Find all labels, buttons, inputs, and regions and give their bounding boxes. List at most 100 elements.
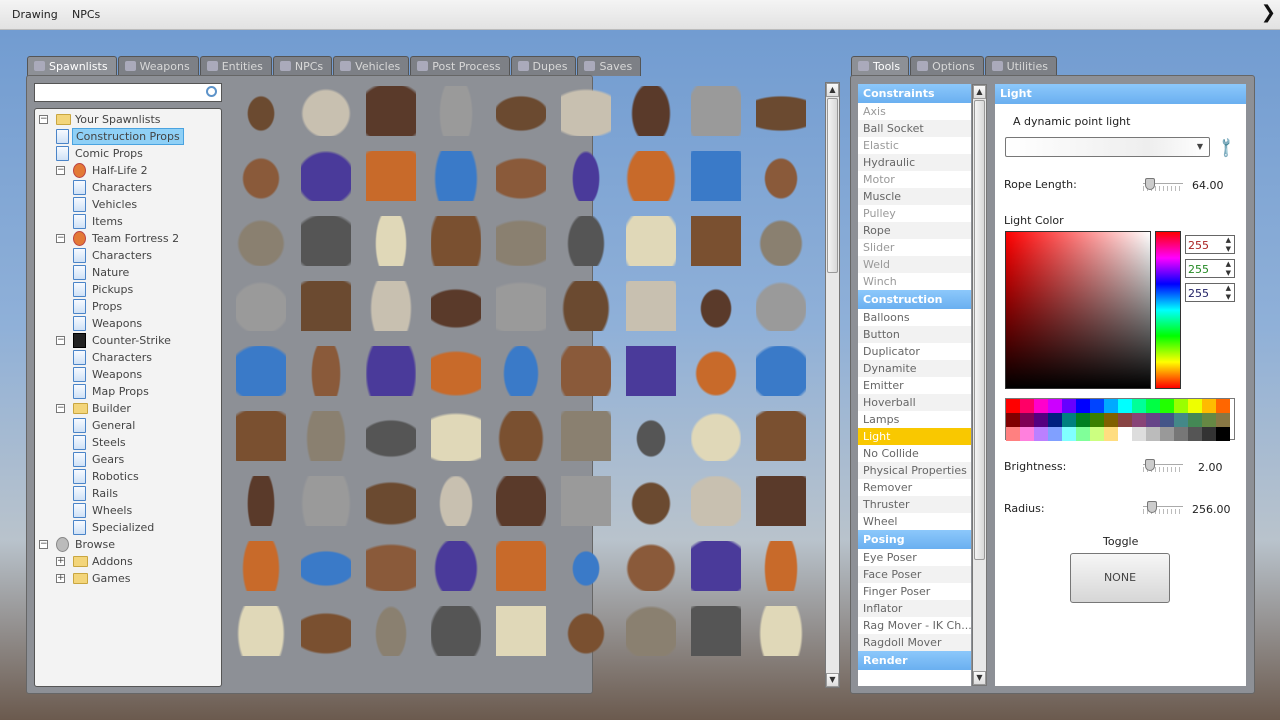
scroll-up-button[interactable]: ▲ <box>826 83 839 97</box>
tool-item[interactable]: Duplicator <box>858 343 971 360</box>
prop-icon[interactable] <box>561 541 611 591</box>
tree-node[interactable]: General <box>35 417 221 434</box>
palette-swatch[interactable] <box>1188 399 1202 413</box>
prop-icon[interactable] <box>366 411 416 461</box>
palette-swatch[interactable] <box>1020 413 1034 427</box>
tool-item[interactable]: Winch <box>858 273 971 290</box>
chevron-right-icon[interactable]: ❯ <box>1261 2 1276 23</box>
search-input[interactable] <box>34 83 222 102</box>
tree-node[interactable]: Vehicles <box>35 196 221 213</box>
tab-tools[interactable]: Tools <box>851 56 910 76</box>
prop-icon[interactable] <box>626 346 676 396</box>
prop-icon[interactable] <box>236 86 286 136</box>
palette-swatch[interactable] <box>1174 413 1188 427</box>
prop-icon[interactable] <box>496 476 546 526</box>
blue-input[interactable]: 255 ▲ ▼ <box>1185 283 1235 302</box>
tab-npcs[interactable]: NPCs <box>272 56 333 76</box>
palette-swatch[interactable] <box>1118 399 1132 413</box>
category-header-posing[interactable]: Posing <box>858 530 971 549</box>
prop-icon[interactable] <box>626 541 676 591</box>
palette-swatch[interactable] <box>1006 413 1020 427</box>
collapse-icon[interactable]: − <box>56 336 65 345</box>
palette-swatch[interactable] <box>1076 427 1090 441</box>
brightness-slider[interactable] <box>1143 459 1183 473</box>
prop-icon[interactable] <box>431 86 481 136</box>
tree-node[interactable]: Pickups <box>35 281 221 298</box>
tree-node[interactable]: Robotics <box>35 468 221 485</box>
prop-icon[interactable] <box>301 346 351 396</box>
prop-icon[interactable] <box>301 281 351 331</box>
tree-node[interactable]: Comic Props <box>35 145 221 162</box>
prop-icon[interactable] <box>431 216 481 266</box>
prop-icon[interactable] <box>626 86 676 136</box>
prop-icon[interactable] <box>756 86 806 136</box>
tree-node[interactable]: Specialized <box>35 519 221 536</box>
prop-icon[interactable] <box>301 541 351 591</box>
palette-swatch[interactable] <box>1132 399 1146 413</box>
preset-dropdown[interactable]: ▼ <box>1005 137 1210 157</box>
tree-node[interactable]: Characters <box>35 179 221 196</box>
tree-node[interactable]: Rails <box>35 485 221 502</box>
tool-item[interactable]: Pulley <box>858 205 971 222</box>
prop-icon[interactable] <box>431 606 481 656</box>
prop-icon[interactable] <box>301 151 351 201</box>
tool-item[interactable]: Physical Properties <box>858 462 971 479</box>
prop-icon[interactable] <box>366 151 416 201</box>
tree-node[interactable]: Items <box>35 213 221 230</box>
prop-icon[interactable] <box>301 411 351 461</box>
prop-icon[interactable] <box>496 411 546 461</box>
tool-item[interactable]: Lamps <box>858 411 971 428</box>
expand-icon[interactable]: + <box>56 574 65 583</box>
prop-icon[interactable] <box>496 606 546 656</box>
palette-swatch[interactable] <box>1090 427 1104 441</box>
prop-icon[interactable] <box>366 541 416 591</box>
palette-swatch[interactable] <box>1216 413 1230 427</box>
prop-icon[interactable] <box>756 216 806 266</box>
prop-icon[interactable] <box>236 151 286 201</box>
palette-swatch[interactable] <box>1020 399 1034 413</box>
prop-icon[interactable] <box>756 281 806 331</box>
tree-node[interactable]: Weapons <box>35 315 221 332</box>
scroll-thumb[interactable] <box>974 100 985 560</box>
tool-item[interactable]: Motor <box>858 171 971 188</box>
prop-icon[interactable] <box>236 541 286 591</box>
prop-icon[interactable] <box>626 151 676 201</box>
tab-options[interactable]: Options <box>910 56 984 76</box>
palette-swatch[interactable] <box>1034 413 1048 427</box>
slider-knob[interactable] <box>1145 178 1155 190</box>
prop-icon[interactable] <box>561 411 611 461</box>
tree-node[interactable]: + Addons <box>35 553 221 570</box>
palette-swatch[interactable] <box>1202 427 1216 441</box>
rope-length-slider[interactable] <box>1143 178 1183 192</box>
prop-icon[interactable] <box>691 411 741 461</box>
palette-swatch[interactable] <box>1132 427 1146 441</box>
tool-item[interactable]: Button <box>858 326 971 343</box>
prop-icon[interactable] <box>431 541 481 591</box>
tree-node[interactable]: − Your Spawnlists <box>35 111 221 128</box>
palette-swatch[interactable] <box>1160 427 1174 441</box>
scroll-up-button[interactable]: ▲ <box>973 85 986 99</box>
palette-swatch[interactable] <box>1076 399 1090 413</box>
tool-item[interactable]: Hydraulic <box>858 154 971 171</box>
slider-knob[interactable] <box>1147 501 1157 513</box>
tool-item[interactable]: Balloons <box>858 309 971 326</box>
prop-icon[interactable] <box>301 606 351 656</box>
palette-swatch[interactable] <box>1118 413 1132 427</box>
prop-icon[interactable] <box>626 216 676 266</box>
prop-icon[interactable] <box>496 151 546 201</box>
tab-vehicles[interactable]: Vehicles <box>333 56 410 76</box>
tab-dupes[interactable]: Dupes <box>510 56 577 76</box>
prop-icon[interactable] <box>431 476 481 526</box>
tool-item[interactable]: Emitter <box>858 377 971 394</box>
tree-node[interactable]: + Games <box>35 570 221 587</box>
palette-swatch[interactable] <box>1104 413 1118 427</box>
palette-swatch[interactable] <box>1160 413 1174 427</box>
tool-item[interactable]: Hoverball <box>858 394 971 411</box>
prop-icon[interactable] <box>691 151 741 201</box>
prop-icon[interactable] <box>561 281 611 331</box>
prop-icon[interactable] <box>236 281 286 331</box>
prop-icon[interactable] <box>691 541 741 591</box>
tree-node[interactable]: Nature <box>35 264 221 281</box>
menu-npcs[interactable]: NPCs <box>72 8 100 21</box>
prop-icon[interactable] <box>236 606 286 656</box>
